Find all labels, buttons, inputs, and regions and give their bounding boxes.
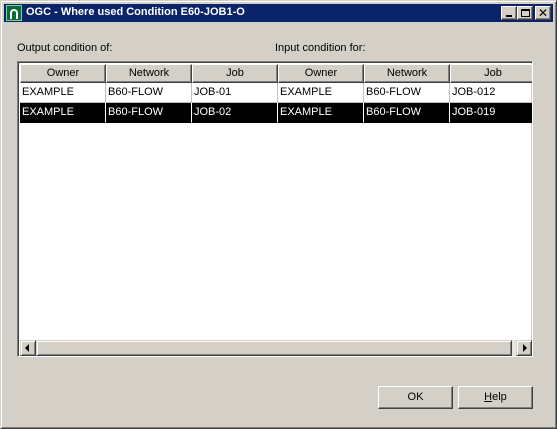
ok-button[interactable]: OK — [378, 386, 453, 409]
table-cell: EXAMPLE — [20, 83, 106, 103]
arrow-right-icon — [523, 344, 527, 352]
close-icon: ✕ — [537, 6, 549, 20]
column-header-network[interactable]: Network — [106, 64, 192, 83]
app-icon — [6, 5, 22, 21]
input-condition-label: Input condition for: — [275, 42, 366, 54]
scroll-right-button[interactable] — [516, 340, 532, 356]
table-cell: EXAMPLE — [20, 103, 106, 123]
table-row[interactable]: EXAMPLE B60-FLOW JOB-01 EXAMPLE B60-FLOW… — [20, 83, 532, 103]
column-header-network[interactable]: Network — [364, 64, 450, 83]
dialog-window: OGC - Where used Condition E60-JOB1-O ✕ … — [0, 0, 557, 429]
maximize-icon — [521, 9, 530, 17]
help-label-rest: elp — [492, 391, 507, 403]
table-body: Owner Network Job Owner Network Job EXAM… — [20, 64, 532, 340]
table-cell: EXAMPLE — [278, 103, 364, 123]
table-cell: B60-FLOW — [364, 103, 450, 123]
help-button[interactable]: Help — [458, 386, 533, 409]
table-cell: JOB-01 — [192, 83, 278, 103]
maximize-button[interactable] — [517, 6, 533, 20]
column-header-owner[interactable]: Owner — [20, 64, 106, 83]
close-button[interactable]: ✕ — [535, 6, 551, 20]
where-used-table: Owner Network Job Owner Network Job EXAM… — [17, 61, 533, 357]
column-header-owner[interactable]: Owner — [278, 64, 364, 83]
column-header-job[interactable]: Job — [450, 64, 532, 83]
minimize-icon — [506, 15, 512, 17]
table-cell: B60-FLOW — [364, 83, 450, 103]
table-cell: B60-FLOW — [106, 83, 192, 103]
title-bar[interactable]: OGC - Where used Condition E60-JOB1-O ✕ — [4, 4, 553, 22]
column-header-job[interactable]: Job — [192, 64, 278, 83]
table-cell: JOB-012 — [450, 83, 532, 103]
scroll-left-button[interactable] — [20, 340, 36, 356]
table-cell: EXAMPLE — [278, 83, 364, 103]
output-condition-label: Output condition of: — [17, 42, 113, 54]
table-cell: JOB-02 — [192, 103, 278, 123]
table-cell: JOB-019 — [450, 103, 532, 123]
minimize-button[interactable] — [501, 6, 517, 20]
scroll-thumb[interactable] — [36, 340, 512, 356]
window-title: OGC - Where used Condition E60-JOB1-O — [26, 6, 245, 18]
help-mnemonic: H — [484, 391, 493, 403]
table-cell: B60-FLOW — [106, 103, 192, 123]
table-row-selected[interactable]: EXAMPLE B60-FLOW JOB-02 EXAMPLE B60-FLOW… — [20, 103, 532, 123]
arrow-left-icon — [25, 344, 29, 352]
horizontal-scrollbar[interactable] — [20, 340, 532, 356]
